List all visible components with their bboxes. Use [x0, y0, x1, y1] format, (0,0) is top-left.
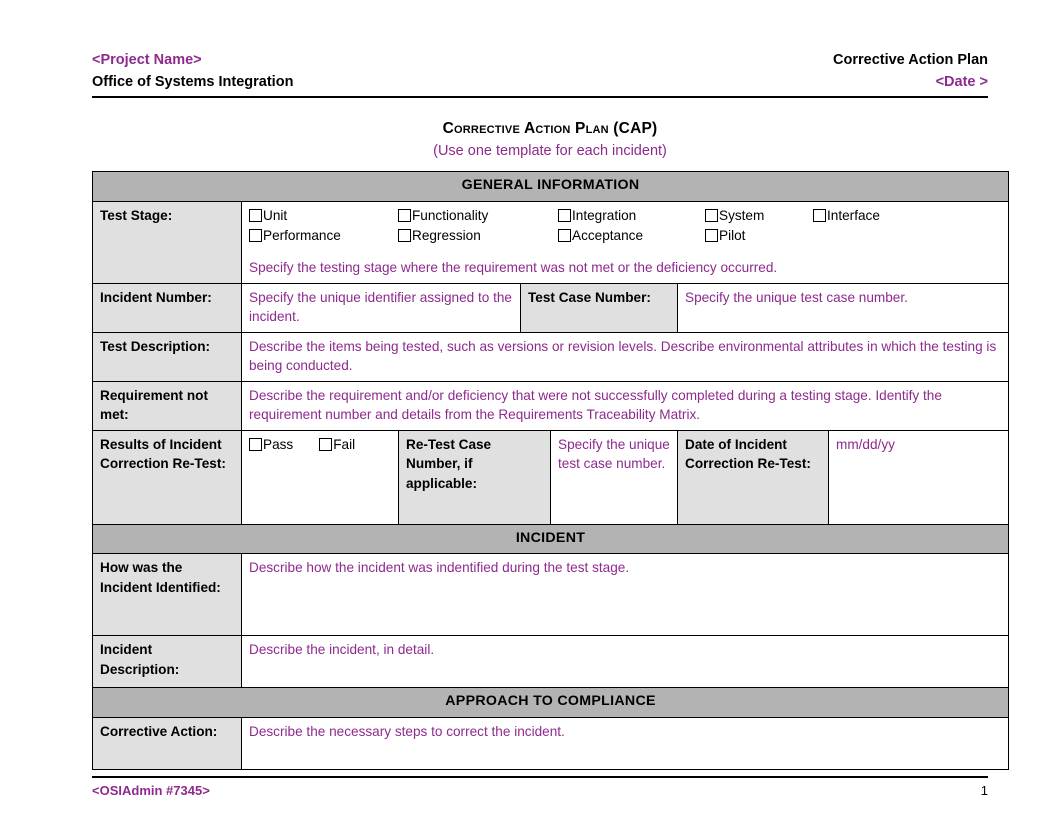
checkbox-item-system[interactable]: System — [705, 206, 813, 226]
checkbox-pass-icon[interactable] — [249, 437, 262, 451]
checkbox-label-unit: Unit — [263, 207, 288, 223]
project-name-field: <Project Name> — [92, 52, 202, 68]
retest-case-number-value[interactable]: Specify the unique test case number. — [550, 429, 678, 525]
requirement-not-met-value[interactable]: Describe the requirement and/or deficien… — [240, 380, 1010, 431]
section-row-general-information: GENERAL INFORMATION — [91, 171, 1010, 202]
checkbox-performance-icon[interactable] — [249, 228, 262, 242]
checkbox-label-regression: Regression — [412, 227, 481, 243]
table-row-incident-description: Incident Description: Describe the incid… — [92, 635, 1010, 688]
checkbox-pilot-icon[interactable] — [705, 228, 718, 242]
footer-page-number: 1 — [980, 783, 988, 798]
section-row-approach-to-compliance: APPROACH TO COMPLIANCE — [91, 687, 1010, 718]
checkbox-item-integration[interactable]: Integration — [558, 206, 705, 226]
footer-divider — [92, 776, 988, 778]
retest-results-label: Results of Incident Correction Re-Test: — [92, 429, 242, 525]
incident-number-label: Incident Number: — [92, 282, 242, 333]
document-page: <Project Name> Corrective Action Plan Of… — [0, 0, 1056, 816]
checkbox-label-system: System — [719, 207, 765, 223]
checkbox-item-performance[interactable]: Performance — [249, 226, 398, 246]
checkbox-label-functionality: Functionality — [412, 207, 489, 223]
test-stage-label: Test Stage: — [92, 200, 242, 284]
table-row-requirement-not-met: Requirement not met: Describe the requir… — [92, 380, 1010, 431]
test-description-value[interactable]: Describe the items being tested, such as… — [240, 331, 1010, 382]
table-row-corrective-action: Corrective Action: Describe the necessar… — [92, 716, 1010, 770]
corrective-action-value[interactable]: Describe the necessary steps to correct … — [240, 716, 1010, 770]
checkbox-item-acceptance[interactable]: Acceptance — [558, 226, 705, 246]
retest-date-value[interactable]: mm/dd/yy — [827, 429, 1010, 525]
header-row-2: Office of Systems Integration <Date > — [92, 72, 988, 94]
checkbox-label-interface: Interface — [827, 207, 880, 223]
test-stage-checkbox-row-2: Performance Regression Acceptance Pilot — [249, 226, 1002, 246]
checkbox-acceptance-icon[interactable] — [558, 228, 571, 242]
checkbox-item-interface[interactable]: Interface — [813, 206, 880, 226]
office-name-label: Office of Systems Integration — [92, 74, 294, 90]
checkbox-item-pilot[interactable]: Pilot — [705, 226, 813, 246]
header-divider — [92, 96, 988, 98]
table-row-test-description: Test Description: Describe the items bei… — [92, 331, 1010, 382]
checkbox-item-fail[interactable]: Fail — [319, 435, 355, 455]
requirement-not-met-label: Requirement not met: — [92, 380, 242, 431]
checkbox-label-acceptance: Acceptance — [572, 227, 644, 243]
incident-number-value[interactable]: Specify the unique identifier assigned t… — [241, 282, 521, 333]
retest-passfail-cell: Pass Fail — [241, 429, 399, 525]
checkbox-label-integration: Integration — [572, 207, 637, 223]
checkbox-item-regression[interactable]: Regression — [398, 226, 558, 246]
retest-case-number-label: Re-Test Case Number, if applicable: — [398, 429, 551, 525]
table-row-incident-number: Incident Number: Specify the unique iden… — [92, 282, 1010, 333]
checkbox-label-pass: Pass — [263, 436, 294, 452]
test-stage-checkbox-row-1: Unit Functionality Integration System In… — [249, 206, 1002, 226]
checkbox-item-unit[interactable]: Unit — [249, 206, 398, 226]
checkbox-regression-icon[interactable] — [398, 228, 411, 242]
test-case-number-value[interactable]: Specify the unique test case number. — [676, 282, 1010, 333]
checkbox-system-icon[interactable] — [705, 208, 718, 222]
section-header-approach-to-compliance: APPROACH TO COMPLIANCE — [91, 687, 1010, 718]
test-description-label: Test Description: — [92, 331, 242, 382]
passfail-checkbox-group: Pass Fail — [249, 435, 392, 455]
page-title: Corrective Action Plan (CAP) — [442, 120, 658, 137]
incident-description-value[interactable]: Describe the incident, in detail. — [240, 635, 1010, 688]
checkbox-label-fail: Fail — [333, 436, 356, 452]
checkbox-integration-icon[interactable] — [558, 208, 571, 222]
document-type-label: Corrective Action Plan — [833, 52, 988, 68]
footer-document-id: <OSIAdmin #7345> — [92, 783, 210, 798]
header-row-1: <Project Name> Corrective Action Plan — [92, 50, 988, 72]
corrective-action-plan-table: GENERAL INFORMATION Test Stage: Unit Fun… — [91, 171, 1010, 770]
checkbox-functionality-icon[interactable] — [398, 208, 411, 222]
how-identified-value[interactable]: Describe how the incident was indentifie… — [240, 553, 1010, 636]
test-stage-cell: Unit Functionality Integration System In… — [240, 200, 1010, 284]
checkbox-fail-icon[interactable] — [319, 437, 333, 451]
how-identified-label: How was the Incident Identified: — [92, 553, 242, 636]
retest-date-label: Date of Incident Correction Re-Test: — [677, 429, 829, 525]
title-block: Corrective Action Plan (CAP) (Use one te… — [92, 118, 1008, 162]
test-case-number-label: Test Case Number: — [520, 282, 678, 333]
incident-description-label: Incident Description: — [92, 635, 242, 688]
document-header: <Project Name> Corrective Action Plan Of… — [92, 50, 988, 96]
table-row-retest-results: Results of Incident Correction Re-Test: … — [92, 429, 1010, 525]
date-field: <Date > — [935, 74, 988, 90]
document-footer: <OSIAdmin #7345> 1 — [92, 783, 988, 798]
checkbox-item-pass[interactable]: Pass — [249, 435, 293, 455]
checkbox-label-performance: Performance — [263, 227, 341, 243]
corrective-action-label: Corrective Action: — [92, 716, 242, 770]
page-subtitle: (Use one template for each incident) — [433, 143, 667, 159]
section-header-general-information: GENERAL INFORMATION — [91, 171, 1010, 202]
checkbox-label-pilot: Pilot — [719, 227, 746, 243]
checkbox-unit-icon[interactable] — [249, 208, 262, 222]
table-row-how-identified: How was the Incident Identified: Describ… — [92, 553, 1010, 636]
test-stage-hint: Specify the testing stage where the requ… — [249, 259, 778, 275]
checkbox-item-functionality[interactable]: Functionality — [398, 206, 558, 226]
section-header-incident: INCIDENT — [91, 523, 1010, 554]
checkbox-interface-icon[interactable] — [813, 208, 826, 222]
table-row-test-stage: Test Stage: Unit Functionality Integrati… — [92, 200, 1010, 284]
section-row-incident: INCIDENT — [91, 523, 1010, 554]
